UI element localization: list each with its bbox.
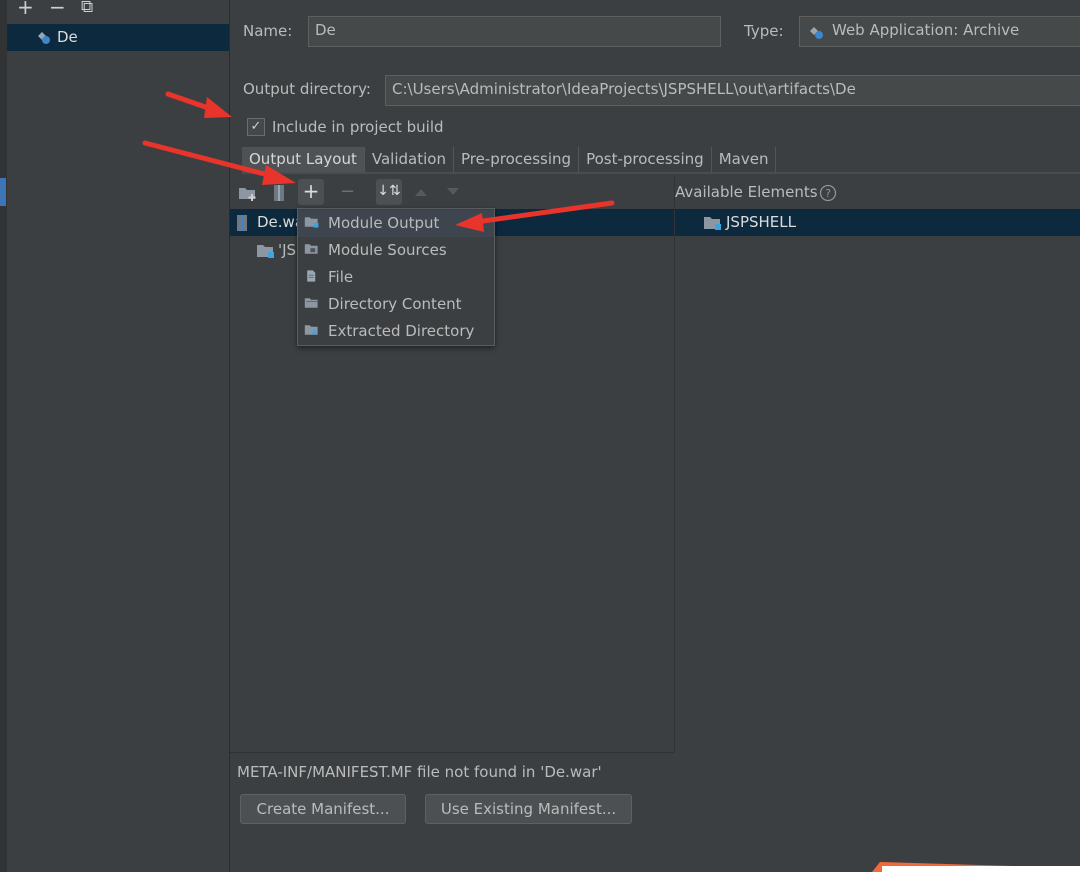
annotation-arrow-checkbox — [165, 91, 232, 118]
annotation-arrows — [142, 91, 1080, 872]
annotation-arrow-add-button — [142, 140, 296, 185]
annotation-arrow-module-output — [455, 200, 615, 232]
corner-decoration-bar — [882, 866, 1080, 872]
